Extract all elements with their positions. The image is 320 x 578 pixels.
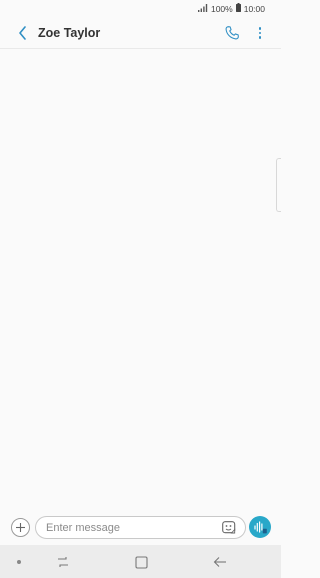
phone-icon[interactable] — [224, 25, 240, 41]
voice-wave-icon[interactable] — [249, 516, 271, 538]
conversation-area — [0, 50, 281, 510]
more-vertical-icon[interactable] — [253, 25, 267, 41]
home-icon[interactable] — [132, 553, 150, 571]
conversation-header: Zoe Taylor — [0, 17, 281, 49]
edge-panel-handle[interactable] — [276, 158, 281, 212]
sticker-icon[interactable] — [222, 521, 236, 534]
status-bar: 100% 10:00 — [0, 0, 281, 17]
dot-icon[interactable] — [10, 553, 28, 571]
battery-icon — [235, 3, 241, 14]
message-input-wrapper — [35, 516, 246, 539]
message-composer — [0, 513, 281, 543]
message-input[interactable] — [46, 521, 211, 534]
recent-apps-icon[interactable] — [54, 553, 72, 571]
status-time: 10:00 — [243, 3, 265, 14]
chevron-left-icon[interactable] — [14, 25, 30, 41]
signal-bars-icon — [197, 3, 208, 14]
back-arrow-icon[interactable] — [211, 553, 229, 571]
contact-name: Zoe Taylor — [38, 26, 101, 40]
plus-icon[interactable] — [11, 518, 30, 537]
battery-percent: 100% — [210, 3, 233, 14]
navigation-bar — [0, 545, 281, 578]
